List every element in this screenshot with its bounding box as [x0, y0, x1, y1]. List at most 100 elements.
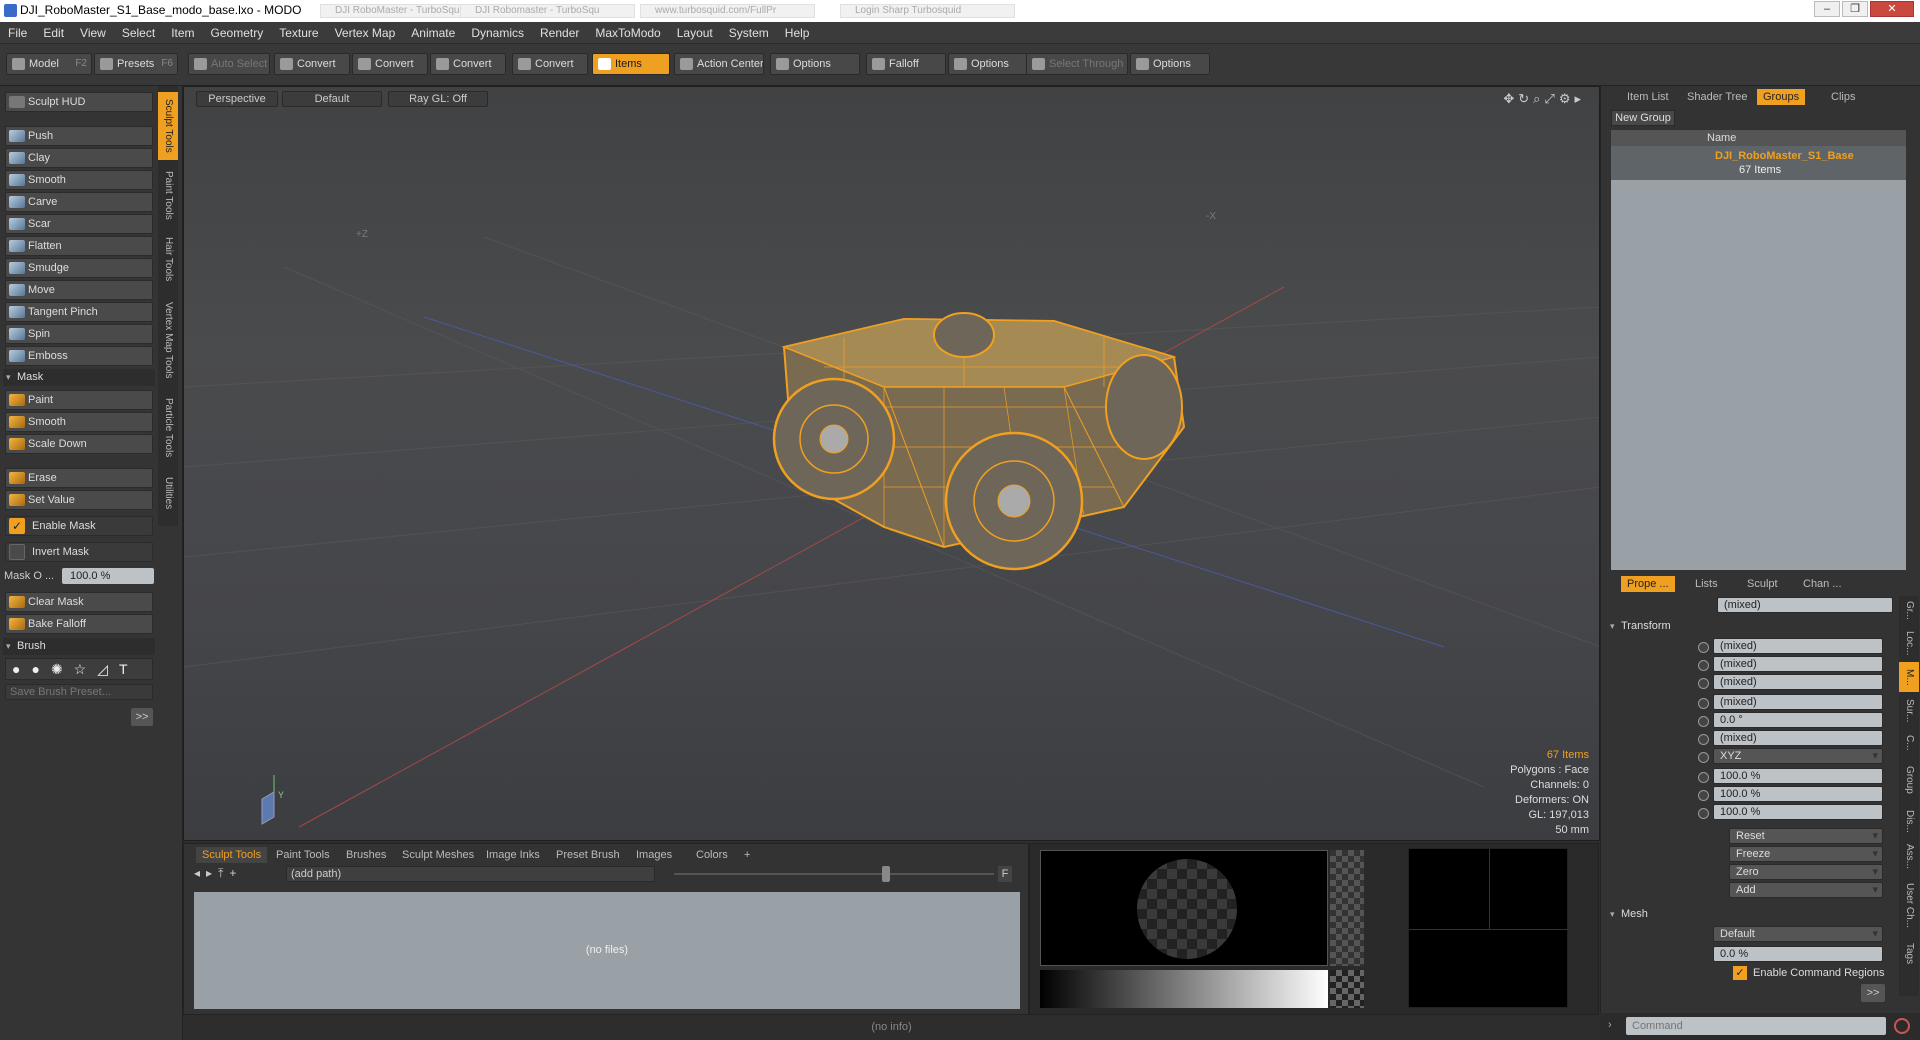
position-x-field[interactable]: (mixed): [1713, 638, 1883, 654]
side-tab-surface[interactable]: Sur...: [1899, 694, 1919, 728]
falloff-options-button[interactable]: Options: [948, 53, 1028, 75]
menu-vertex-map[interactable]: Vertex Map: [327, 22, 404, 40]
mask-smooth-tool[interactable]: Smooth: [5, 412, 153, 432]
command-input[interactable]: [1626, 1017, 1886, 1035]
tab-item-list[interactable]: Item List: [1621, 89, 1675, 105]
flatten-tool[interactable]: Flatten: [5, 236, 153, 256]
position-z-field[interactable]: (mixed): [1713, 674, 1883, 690]
auto-select-button[interactable]: Auto Select: [188, 53, 270, 75]
mesh-section[interactable]: Mesh: [1607, 906, 1897, 923]
hard-brush-icon[interactable]: ●: [31, 661, 50, 677]
push-tool[interactable]: Push: [5, 126, 153, 146]
side-tab-locator[interactable]: Loc...: [1899, 626, 1919, 660]
tab-hair-tools[interactable]: Hair Tools: [158, 230, 178, 288]
items-mode-button[interactable]: Items: [592, 53, 670, 75]
filter-button[interactable]: F: [998, 866, 1012, 882]
menu-geometry[interactable]: Geometry: [203, 22, 272, 40]
side-tab-user-channels[interactable]: User Ch...: [1899, 876, 1919, 936]
soft-brush-icon[interactable]: ●: [12, 661, 31, 677]
menu-maxtomodo[interactable]: MaxToModo: [587, 22, 668, 40]
groups-list[interactable]: Name DJI_RoboMaster_S1_Base 67 Items: [1611, 130, 1906, 570]
thumbnail-size-slider[interactable]: [674, 873, 994, 875]
tab-images[interactable]: Images: [630, 847, 678, 863]
rotation-y-key[interactable]: [1698, 716, 1709, 727]
text-brush-icon[interactable]: T: [119, 661, 139, 677]
side-tab-assembly[interactable]: Ass...: [1899, 840, 1919, 874]
record-icon[interactable]: [1894, 1018, 1910, 1034]
select-options-button[interactable]: Options: [1130, 53, 1210, 75]
position-y-field[interactable]: (mixed): [1713, 656, 1883, 672]
enable-command-regions-checkbox[interactable]: ✓: [1733, 966, 1747, 980]
sculpt-hud-button[interactable]: Sculpt HUD: [5, 92, 153, 112]
maximize-button[interactable]: ❐: [1842, 1, 1868, 17]
tab-clips[interactable]: Clips: [1825, 89, 1861, 105]
invert-mask-toggle[interactable]: Invert Mask: [5, 542, 153, 562]
tab-paint-tools[interactable]: Paint Tools: [158, 164, 178, 226]
mask-opacity-field[interactable]: 100.0 %: [62, 568, 154, 584]
side-tab-groups[interactable]: Group: [1899, 758, 1919, 802]
menu-select[interactable]: Select: [114, 22, 163, 40]
scale-z-key[interactable]: [1698, 808, 1709, 819]
side-tab-c[interactable]: C...: [1899, 730, 1919, 756]
reset-dropdown[interactable]: Reset: [1729, 828, 1883, 844]
enable-mask-toggle[interactable]: ✓ Enable Mask: [5, 516, 153, 536]
forward-arrow-icon[interactable]: ▸: [206, 866, 218, 880]
position-y-key[interactable]: [1698, 660, 1709, 671]
select-through-button[interactable]: Select Through: [1026, 53, 1128, 75]
tangent-pinch-tool[interactable]: Tangent Pinch: [5, 302, 153, 322]
side-tab-tags[interactable]: Tags: [1899, 938, 1919, 970]
scale-x-field[interactable]: 100.0 %: [1713, 768, 1883, 784]
model-layout-button[interactable]: Model F2: [6, 53, 92, 75]
tab-sculpt-tools-browser[interactable]: Sculpt Tools: [196, 847, 268, 863]
rotation-x-key[interactable]: [1698, 698, 1709, 709]
menu-texture[interactable]: Texture: [271, 22, 326, 40]
menu-edit[interactable]: Edit: [35, 22, 72, 40]
mask-scale-down-tool[interactable]: Scale Down: [5, 434, 153, 454]
tab-shader-tree[interactable]: Shader Tree: [1681, 89, 1754, 105]
rotation-x-field[interactable]: (mixed): [1713, 694, 1883, 710]
add-icon[interactable]: +: [229, 866, 242, 880]
tab-vertex-map-tools[interactable]: Vertex Map Tools: [158, 292, 178, 388]
menu-render[interactable]: Render: [532, 22, 587, 40]
menu-help[interactable]: Help: [777, 22, 818, 40]
file-list[interactable]: (no files): [194, 892, 1020, 1009]
back-arrow-icon[interactable]: ◂: [194, 866, 206, 880]
clay-tool[interactable]: Clay: [5, 148, 153, 168]
tab-image-inks[interactable]: Image Inks: [480, 847, 546, 863]
order-dropdown[interactable]: XYZ: [1713, 748, 1883, 764]
close-button[interactable]: ✕: [1870, 1, 1914, 17]
slider-handle[interactable]: [882, 866, 890, 882]
path-dropdown[interactable]: (add path): [286, 866, 655, 882]
new-group-button[interactable]: New Group: [1611, 110, 1675, 126]
tab-utilities[interactable]: Utilities: [158, 468, 178, 518]
splat-brush-icon[interactable]: ✺: [51, 661, 74, 677]
menu-dynamics[interactable]: Dynamics: [463, 22, 532, 40]
tab-paint-tools-browser[interactable]: Paint Tools: [270, 847, 336, 863]
menu-view[interactable]: View: [72, 22, 114, 40]
uv-view[interactable]: [1408, 848, 1569, 1008]
presets-button[interactable]: Presets F6: [94, 53, 178, 75]
mask-section-header[interactable]: Mask: [3, 369, 155, 386]
tab-sculpt-meshes[interactable]: Sculpt Meshes: [396, 847, 480, 863]
convert-polygons-button[interactable]: Convert: [430, 53, 506, 75]
robot-wireframe[interactable]: [772, 312, 1186, 571]
scale-y-field[interactable]: 100.0 %: [1713, 786, 1883, 802]
add-dropdown[interactable]: Add: [1729, 882, 1883, 898]
clear-mask-button[interactable]: Clear Mask: [5, 592, 153, 612]
order-key[interactable]: [1698, 752, 1709, 763]
set-value-button[interactable]: Set Value: [5, 490, 153, 510]
freeze-dropdown[interactable]: Freeze: [1729, 846, 1883, 862]
zero-dropdown[interactable]: Zero: [1729, 864, 1883, 880]
group-row[interactable]: DJI_RoboMaster_S1_Base 67 Items: [1611, 146, 1906, 180]
position-x-key[interactable]: [1698, 642, 1709, 653]
menu-file[interactable]: File: [0, 22, 35, 40]
erase-button[interactable]: Erase: [5, 468, 153, 488]
emboss-tool[interactable]: Emboss: [5, 346, 153, 366]
render-dropdown[interactable]: Default: [1713, 926, 1883, 942]
menu-animate[interactable]: Animate: [403, 22, 463, 40]
tab-groups[interactable]: Groups: [1757, 89, 1806, 105]
convert-vertices-button[interactable]: Convert: [274, 53, 350, 75]
minimize-button[interactable]: –: [1814, 1, 1840, 17]
tab-sculpt-tools[interactable]: Sculpt Tools: [158, 92, 178, 160]
convert-materials-button[interactable]: Convert: [512, 53, 588, 75]
